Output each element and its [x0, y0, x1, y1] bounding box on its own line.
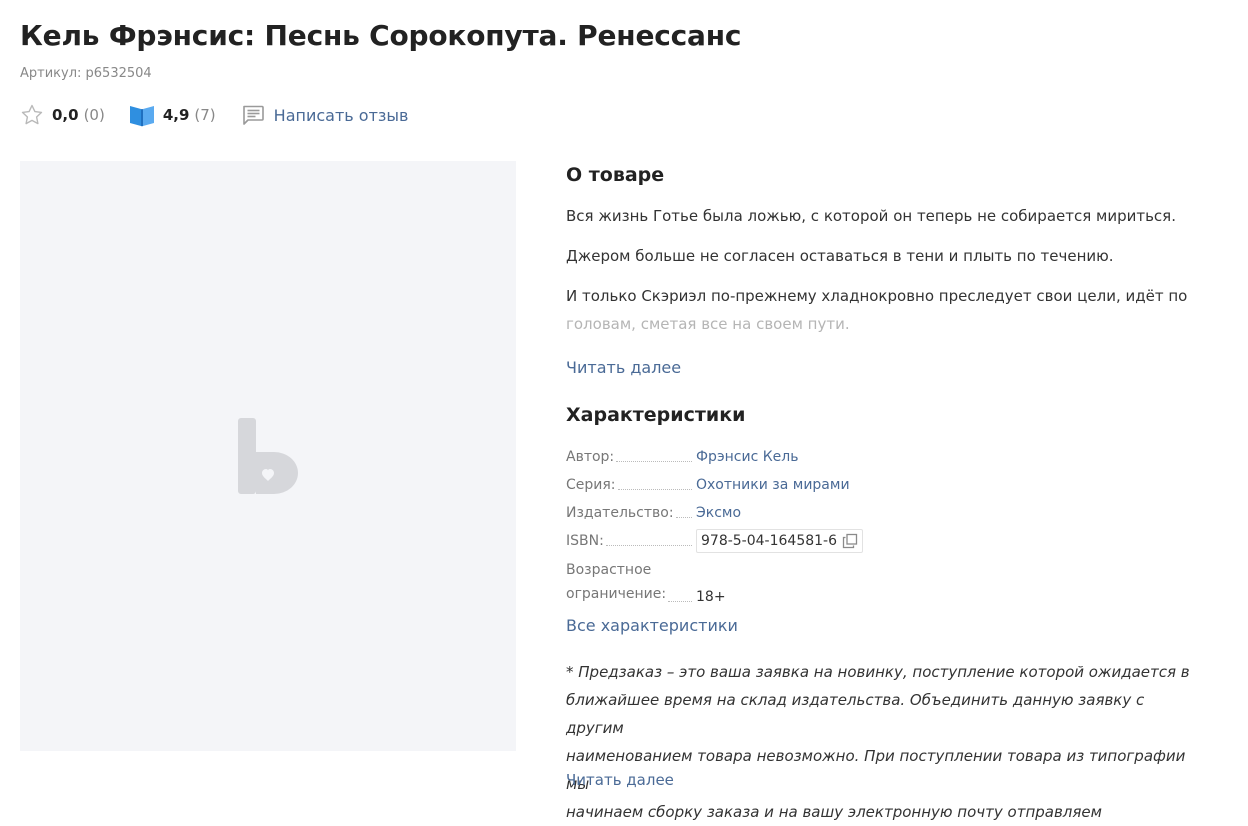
description-paragraph: И только Скэриэл по-прежнему хладнокровн… — [566, 282, 1206, 338]
dotted-leader — [668, 601, 692, 602]
description-paragraph: Джером больше не согласен оставаться в т… — [566, 247, 1114, 265]
book-rating-value: 4,9 — [162, 106, 190, 124]
spec-row-isbn: ISBN: 978-5-04-164581-6 — [566, 528, 1226, 556]
about-heading: О товаре — [566, 164, 665, 186]
spec-label-line: Возрастное — [566, 562, 652, 578]
product-description: Вся жизнь Готье была ложью, с которой он… — [566, 202, 1206, 338]
all-characteristics-link[interactable]: Все характеристики — [566, 614, 738, 638]
product-sku: Артикул: р6532504 — [20, 66, 152, 81]
note-line: начинаем сборку заказа и на вашу электро… — [566, 803, 1102, 821]
spec-label: Возрастное ограничение: — [566, 558, 666, 606]
comment-icon — [242, 105, 264, 125]
description-line-faded: головам, сметая все на своем пути. — [566, 315, 850, 333]
spec-row-author: Автор: Фрэнсис Кель — [566, 444, 1226, 472]
preorder-note: * Предзаказ – это ваша заявка на новинку… — [566, 658, 1206, 826]
publisher-link[interactable]: Эксмо — [696, 504, 741, 522]
description-line: И только Скэриэл по-прежнему хладнокровн… — [566, 287, 1188, 305]
ratings-bar: 0,0 (0) 4,9 (7) Написать отзыв — [20, 101, 408, 129]
characteristics-heading: Характеристики — [566, 404, 746, 426]
dotted-leader — [617, 489, 692, 490]
b-logo-placeholder-icon — [238, 418, 298, 494]
spec-row-series: Серия: Охотники за мирами — [566, 472, 1226, 500]
spec-label: Серия: — [566, 477, 616, 493]
note-line: ближайшее время на склад издательства. О… — [566, 691, 1145, 737]
spec-label: Издательство: — [566, 505, 674, 521]
product-image-placeholder[interactable] — [20, 161, 516, 751]
read-more-link[interactable]: Читать далее — [566, 356, 681, 380]
isbn-value: 978-5-04-164581-6 — [701, 533, 838, 549]
age-restriction-value: 18+ — [696, 589, 726, 605]
specs-list: Автор: Фрэнсис Кель Серия: Охотники за м… — [566, 444, 1226, 612]
dotted-leader — [605, 545, 692, 546]
user-rating[interactable]: 0,0 (0) — [20, 103, 105, 127]
user-rating-count: (0) — [83, 106, 105, 124]
isbn-field[interactable]: 978-5-04-164581-6 — [696, 529, 864, 553]
star-outline-icon — [21, 104, 43, 125]
spec-label-line: ограничение: — [566, 586, 667, 602]
write-review-label: Написать отзыв — [273, 105, 409, 125]
series-link[interactable]: Охотники за мирами — [696, 476, 850, 494]
spec-row-publisher: Издательство: Эксмо — [566, 500, 1226, 528]
open-book-icon — [129, 106, 154, 127]
book-rating[interactable]: 4,9 (7) — [129, 103, 216, 127]
user-rating-value: 0,0 — [52, 106, 79, 124]
spec-label: Автор: — [566, 449, 615, 465]
description-paragraph: Вся жизнь Готье была ложью, с которой он… — [566, 207, 1176, 225]
spec-row-age: Возрастное ограничение: 18+ — [566, 556, 1226, 612]
write-review-link[interactable]: Написать отзыв — [242, 105, 409, 125]
note-line: * Предзаказ – это ваша заявка на новинку… — [566, 663, 1190, 681]
book-rating-count: (7) — [194, 106, 216, 124]
spec-label: ISBN: — [566, 533, 604, 549]
page-title: Кель Фрэнсис: Песнь Сорокопута. Ренессан… — [20, 19, 742, 52]
dotted-leader — [675, 517, 692, 518]
note-read-more-link[interactable]: Читать далее — [566, 768, 674, 792]
dotted-leader — [616, 461, 692, 462]
copy-icon[interactable] — [842, 533, 858, 549]
author-link[interactable]: Фрэнсис Кель — [696, 448, 798, 466]
